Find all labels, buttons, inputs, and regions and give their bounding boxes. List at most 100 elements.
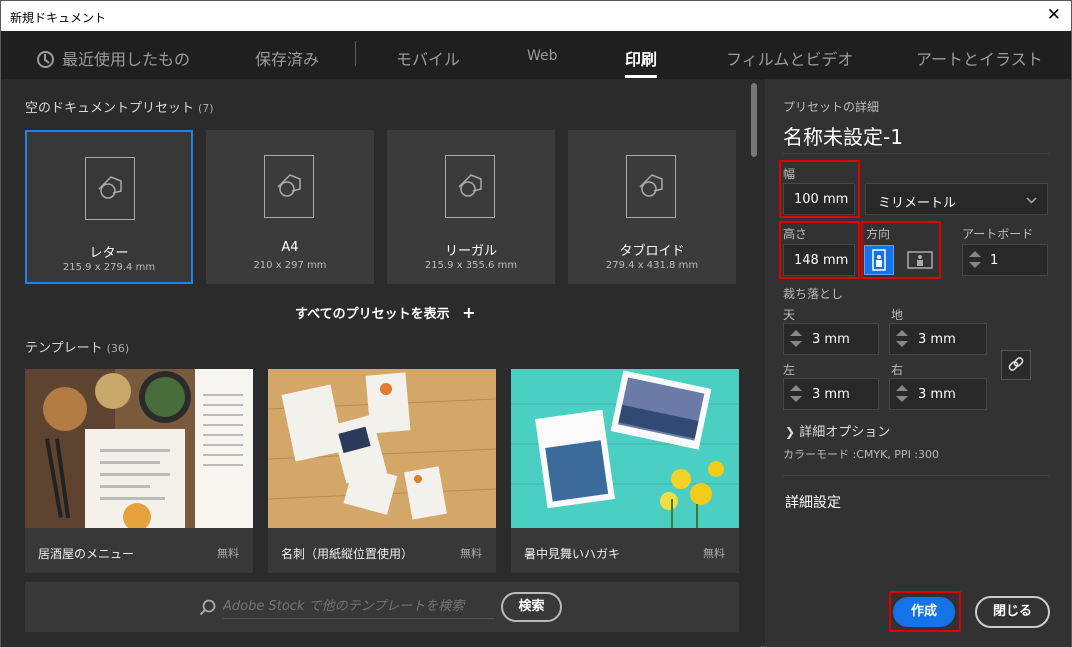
- height-field[interactable]: 148 mm: [783, 244, 855, 276]
- document-icon: [626, 155, 676, 218]
- artboard-label: アートボード: [962, 227, 1034, 241]
- preset-name: A4: [281, 240, 299, 255]
- artboard-stepper[interactable]: [967, 249, 983, 273]
- chevron-right-icon: ❯: [785, 425, 796, 439]
- portrait-icon: [872, 249, 886, 271]
- preset-card[interactable]: リーガル 215.9 x 355.6 mm: [387, 130, 555, 284]
- artboard-value: 1: [990, 253, 999, 268]
- tab-web[interactable]: Web: [527, 48, 558, 64]
- search-icon: [199, 599, 216, 616]
- preset-card[interactable]: レター 215.9 x 279.4 mm: [25, 130, 193, 284]
- bleed-top-label: 天: [783, 308, 796, 322]
- template-price: 無料: [703, 547, 725, 560]
- stepper-up-icon[interactable]: [790, 385, 802, 391]
- bleed-top-stepper[interactable]: [788, 328, 804, 352]
- stock-search-input[interactable]: [223, 595, 495, 619]
- show-all-presets-link[interactable]: すべてのプリセットを表示 +: [295, 303, 476, 322]
- chevron-down-icon: [1026, 197, 1037, 204]
- window-title: 新規ドキュメント: [10, 11, 107, 25]
- search-button[interactable]: 検索: [501, 592, 562, 622]
- preset-card[interactable]: タブロイド 279.4 x 431.8 mm: [568, 130, 736, 284]
- stepper-down-icon[interactable]: [969, 262, 981, 268]
- artboard-field[interactable]: 1: [962, 244, 1048, 276]
- bleed-left-value: 3 mm: [812, 387, 850, 402]
- category-tabs: 最近使用したもの 保存済み モバイル Web 印刷 フィルムとビデオ アートとイ…: [1, 31, 1071, 79]
- bleed-bottom-label: 地: [891, 308, 904, 322]
- bleed-bottom-stepper[interactable]: [894, 328, 910, 352]
- stepper-down-icon[interactable]: [896, 396, 908, 402]
- show-all-label: すべてのプリセットを表示: [295, 307, 450, 322]
- document-name[interactable]: 名称未設定-1: [783, 121, 903, 150]
- stepper-down-icon[interactable]: [790, 341, 802, 347]
- stepper-down-icon[interactable]: [896, 341, 908, 347]
- bleed-bottom-field[interactable]: 3 mm: [889, 323, 987, 355]
- preset-name: リーガル: [444, 244, 497, 259]
- document-icon: [85, 157, 135, 220]
- tab-recent[interactable]: 最近使用したもの: [37, 46, 190, 70]
- template-price: 無料: [217, 547, 239, 560]
- orientation-label: 方向: [866, 227, 891, 241]
- template-thumbnail: [268, 369, 496, 528]
- preset-details-label: プリセットの詳細: [783, 100, 880, 114]
- advanced-options-toggle[interactable]: ❯ 詳細オプション: [785, 421, 890, 440]
- template-card[interactable]: 居酒屋のメニュー 無料: [25, 369, 253, 573]
- bleed-label: 裁ち落とし: [783, 287, 844, 301]
- tab-divider: [355, 41, 356, 66]
- unit-value: ミリメートル: [878, 196, 957, 211]
- tab-film-video[interactable]: フィルムとビデオ: [726, 46, 853, 70]
- bleed-top-value: 3 mm: [812, 332, 850, 347]
- stepper-up-icon[interactable]: [896, 330, 908, 336]
- tab-saved[interactable]: 保存済み: [255, 46, 319, 70]
- bleed-left-field[interactable]: 3 mm: [783, 378, 879, 410]
- width-field[interactable]: 100 mm: [783, 183, 855, 215]
- create-button[interactable]: 作成: [893, 597, 955, 627]
- tab-mobile[interactable]: モバイル: [396, 46, 460, 70]
- stepper-down-icon[interactable]: [790, 396, 802, 402]
- stepper-up-icon[interactable]: [896, 385, 908, 391]
- presets-panel: 空のドキュメントプリセット (7) レター 215.9 x 279.4 mm A4…: [1, 79, 761, 647]
- bleed-right-field[interactable]: 3 mm: [889, 378, 987, 410]
- preset-size: 215.9 x 279.4 mm: [62, 262, 156, 273]
- templates-section-title: テンプレート (36): [25, 337, 129, 356]
- document-icon: [445, 155, 495, 218]
- close-icon[interactable]: ✕: [1047, 5, 1061, 25]
- link-icon: [1008, 357, 1024, 371]
- templates-title-text: テンプレート: [25, 341, 103, 356]
- template-thumbnail: [511, 369, 739, 528]
- templates-count: (36): [106, 342, 130, 355]
- template-card[interactable]: 名刺（用紙縦位置使用） 無料: [268, 369, 496, 573]
- bleed-left-label: 左: [783, 363, 796, 377]
- landscape-orientation-button[interactable]: [905, 245, 935, 275]
- tab-label: 最近使用したもの: [62, 50, 191, 69]
- stepper-up-icon[interactable]: [969, 251, 981, 257]
- tab-art-illustration[interactable]: アートとイラスト: [916, 46, 1043, 70]
- plus-icon: +: [462, 303, 476, 322]
- bleed-top-field[interactable]: 3 mm: [783, 323, 879, 355]
- clock-icon: [37, 51, 54, 68]
- more-settings-button[interactable]: 詳細設定: [785, 492, 841, 512]
- width-value: 100 mm: [794, 192, 849, 207]
- portrait-orientation-button[interactable]: [864, 245, 894, 275]
- bleed-right-stepper[interactable]: [894, 383, 910, 407]
- scrollbar[interactable]: [751, 83, 757, 157]
- preset-size: 279.4 x 431.8 mm: [605, 260, 699, 271]
- color-mode-info: カラーモード :CMYK, PPI :300: [783, 448, 940, 461]
- tab-print[interactable]: 印刷: [625, 46, 658, 78]
- bleed-right-value: 3 mm: [918, 387, 956, 402]
- presets-count: (7): [198, 102, 214, 115]
- presets-section-title: 空のドキュメントプリセット (7): [25, 97, 214, 116]
- title-bar: 新規ドキュメント ✕: [1, 1, 1071, 31]
- new-document-dialog: 新規ドキュメント ✕ 最近使用したもの 保存済み モバイル Web 印刷 フィル…: [0, 0, 1072, 647]
- unit-select[interactable]: ミリメートル: [865, 183, 1048, 215]
- template-price: 無料: [460, 547, 482, 560]
- template-card[interactable]: 暑中見舞いハガキ 無料: [511, 369, 739, 573]
- preset-size: 215.9 x 355.6 mm: [424, 260, 518, 271]
- bleed-left-stepper[interactable]: [788, 383, 804, 407]
- width-label: 幅: [783, 167, 796, 181]
- height-label: 高さ: [783, 227, 808, 241]
- preset-card[interactable]: A4 210 x 297 mm: [206, 130, 374, 284]
- link-bleed-button[interactable]: [1001, 350, 1031, 380]
- presets-title-text: 空のドキュメントプリセット: [25, 101, 195, 116]
- close-button[interactable]: 閉じる: [975, 596, 1050, 628]
- stepper-up-icon[interactable]: [790, 330, 802, 336]
